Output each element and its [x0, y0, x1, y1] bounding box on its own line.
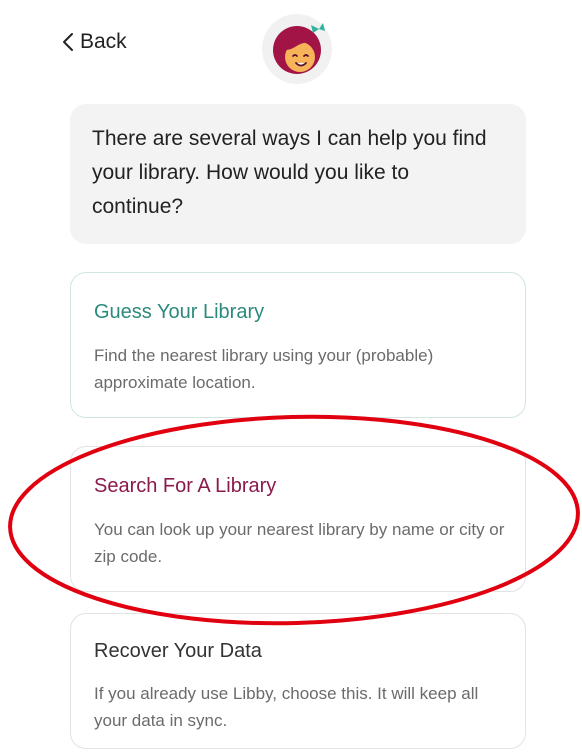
avatar	[262, 14, 332, 84]
search-library-description: You can look up your nearest library by …	[94, 520, 505, 566]
assistant-message-bubble: There are several ways I can help you fi…	[70, 104, 526, 244]
guess-library-title: Guess Your Library	[94, 301, 265, 323]
back-label: Back	[80, 30, 127, 53]
guess-library-option[interactable]: Guess Your Library Find the nearest libr…	[70, 272, 526, 418]
find-library-screen: Back There are several ways I can help y…	[0, 0, 582, 753]
chevron-left-icon	[62, 32, 74, 52]
recover-data-option[interactable]: Recover Your Data If you already use Lib…	[70, 613, 526, 749]
assistant-message-text: There are several ways I can help you fi…	[92, 127, 487, 218]
libby-logo-icon	[273, 23, 325, 74]
recover-data-description: If you already use Libby, choose this. I…	[94, 684, 479, 730]
search-library-title: Search For A Library	[94, 475, 277, 497]
back-button[interactable]: Back	[62, 30, 127, 54]
recover-data-title: Recover Your Data	[94, 640, 262, 662]
guess-library-description: Find the nearest library using your (pro…	[94, 346, 434, 392]
search-library-option[interactable]: Search For A Library You can look up you…	[70, 446, 526, 592]
